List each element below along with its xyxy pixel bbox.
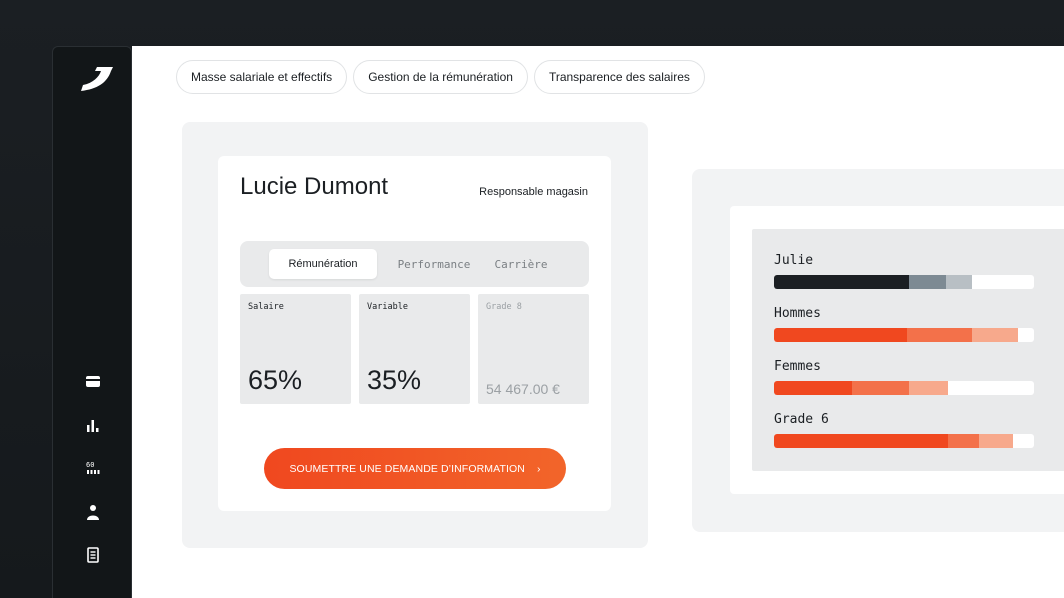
brand-logo[interactable] — [79, 63, 113, 93]
metric-label: Variable — [367, 302, 408, 312]
comparison-bar-segment — [774, 275, 910, 289]
wallet-icon[interactable] — [84, 372, 102, 390]
comparison-bar-track — [774, 275, 1034, 289]
comparison-bar-segment — [909, 381, 949, 395]
metric-grade: Grade 8 54 467.00 € — [478, 294, 589, 404]
metric-salaire: Salaire 65% — [240, 294, 351, 404]
salary-comparison-panel: Julie Hommes Femmes Grade 6 — [752, 229, 1064, 471]
comparison-bar-segment — [774, 381, 852, 395]
bar-chart-icon[interactable] — [84, 416, 102, 434]
metric-variable: Variable 35% — [359, 294, 470, 404]
pill-transparence-salaires[interactable]: Transparence des salaires — [533, 60, 705, 94]
metric-value: 35% — [367, 365, 422, 395]
svg-text:60: 60 — [86, 461, 94, 469]
metric-value: 54 467.00 € — [486, 381, 560, 397]
comparison-bar-segment — [971, 328, 1019, 342]
calculator-icon[interactable]: 60 — [84, 459, 102, 477]
comparison-bar-segment — [906, 328, 972, 342]
employee-role: Responsable magasin — [479, 186, 588, 198]
pill-gestion-remuneration[interactable]: Gestion de la rémunération — [353, 60, 528, 94]
submit-request-button[interactable]: SOUMETTRE UNE DEMANDE D’INFORMATION › — [264, 448, 566, 489]
metric-label: Salaire — [248, 302, 284, 312]
comparison-bar-segment — [774, 328, 907, 342]
pill-masse-salariale[interactable]: Masse salariale et effectifs — [176, 60, 348, 94]
tab-bar: Rémunération Performance Carrière — [240, 241, 589, 287]
comparison-bar-segment — [945, 275, 972, 289]
chevron-right-icon: › — [536, 462, 541, 475]
comparison-row-label: Femmes — [774, 359, 821, 374]
comparison-bar-track — [774, 434, 1034, 448]
metric-value: 65% — [248, 365, 303, 395]
tab-carriere[interactable]: Carrière — [486, 249, 556, 279]
tab-remuneration[interactable]: Rémunération — [269, 249, 377, 279]
document-icon[interactable] — [84, 546, 102, 564]
comparison-bar-track — [774, 328, 1034, 342]
comparison-bar-segment — [979, 434, 1014, 448]
comparison-bar-track — [774, 381, 1034, 395]
employee-name: Lucie Dumont — [240, 173, 389, 200]
comparison-row-label: Hommes — [774, 306, 821, 321]
employee-card: Lucie Dumont Responsable magasin Rémunér… — [218, 156, 611, 511]
tab-performance[interactable]: Performance — [390, 249, 478, 279]
metric-label: Grade 8 — [486, 302, 522, 312]
sidebar: 60 — [52, 46, 132, 598]
filter-pills: Masse salariale et effectifs Gestion de … — [176, 60, 705, 94]
comparison-bar-segment — [909, 275, 946, 289]
comparison-bar-segment — [948, 434, 980, 448]
comparison-bar-segment — [774, 434, 949, 448]
comparison-bar-segment — [852, 381, 910, 395]
comparison-row-label: Grade 6 — [774, 412, 829, 427]
submit-request-label: SOUMETTRE UNE DEMANDE D’INFORMATION — [289, 462, 525, 475]
main-content: Masse salariale et effectifs Gestion de … — [132, 46, 1064, 598]
comparison-row-label: Julie — [774, 253, 814, 268]
user-icon[interactable] — [84, 503, 102, 521]
